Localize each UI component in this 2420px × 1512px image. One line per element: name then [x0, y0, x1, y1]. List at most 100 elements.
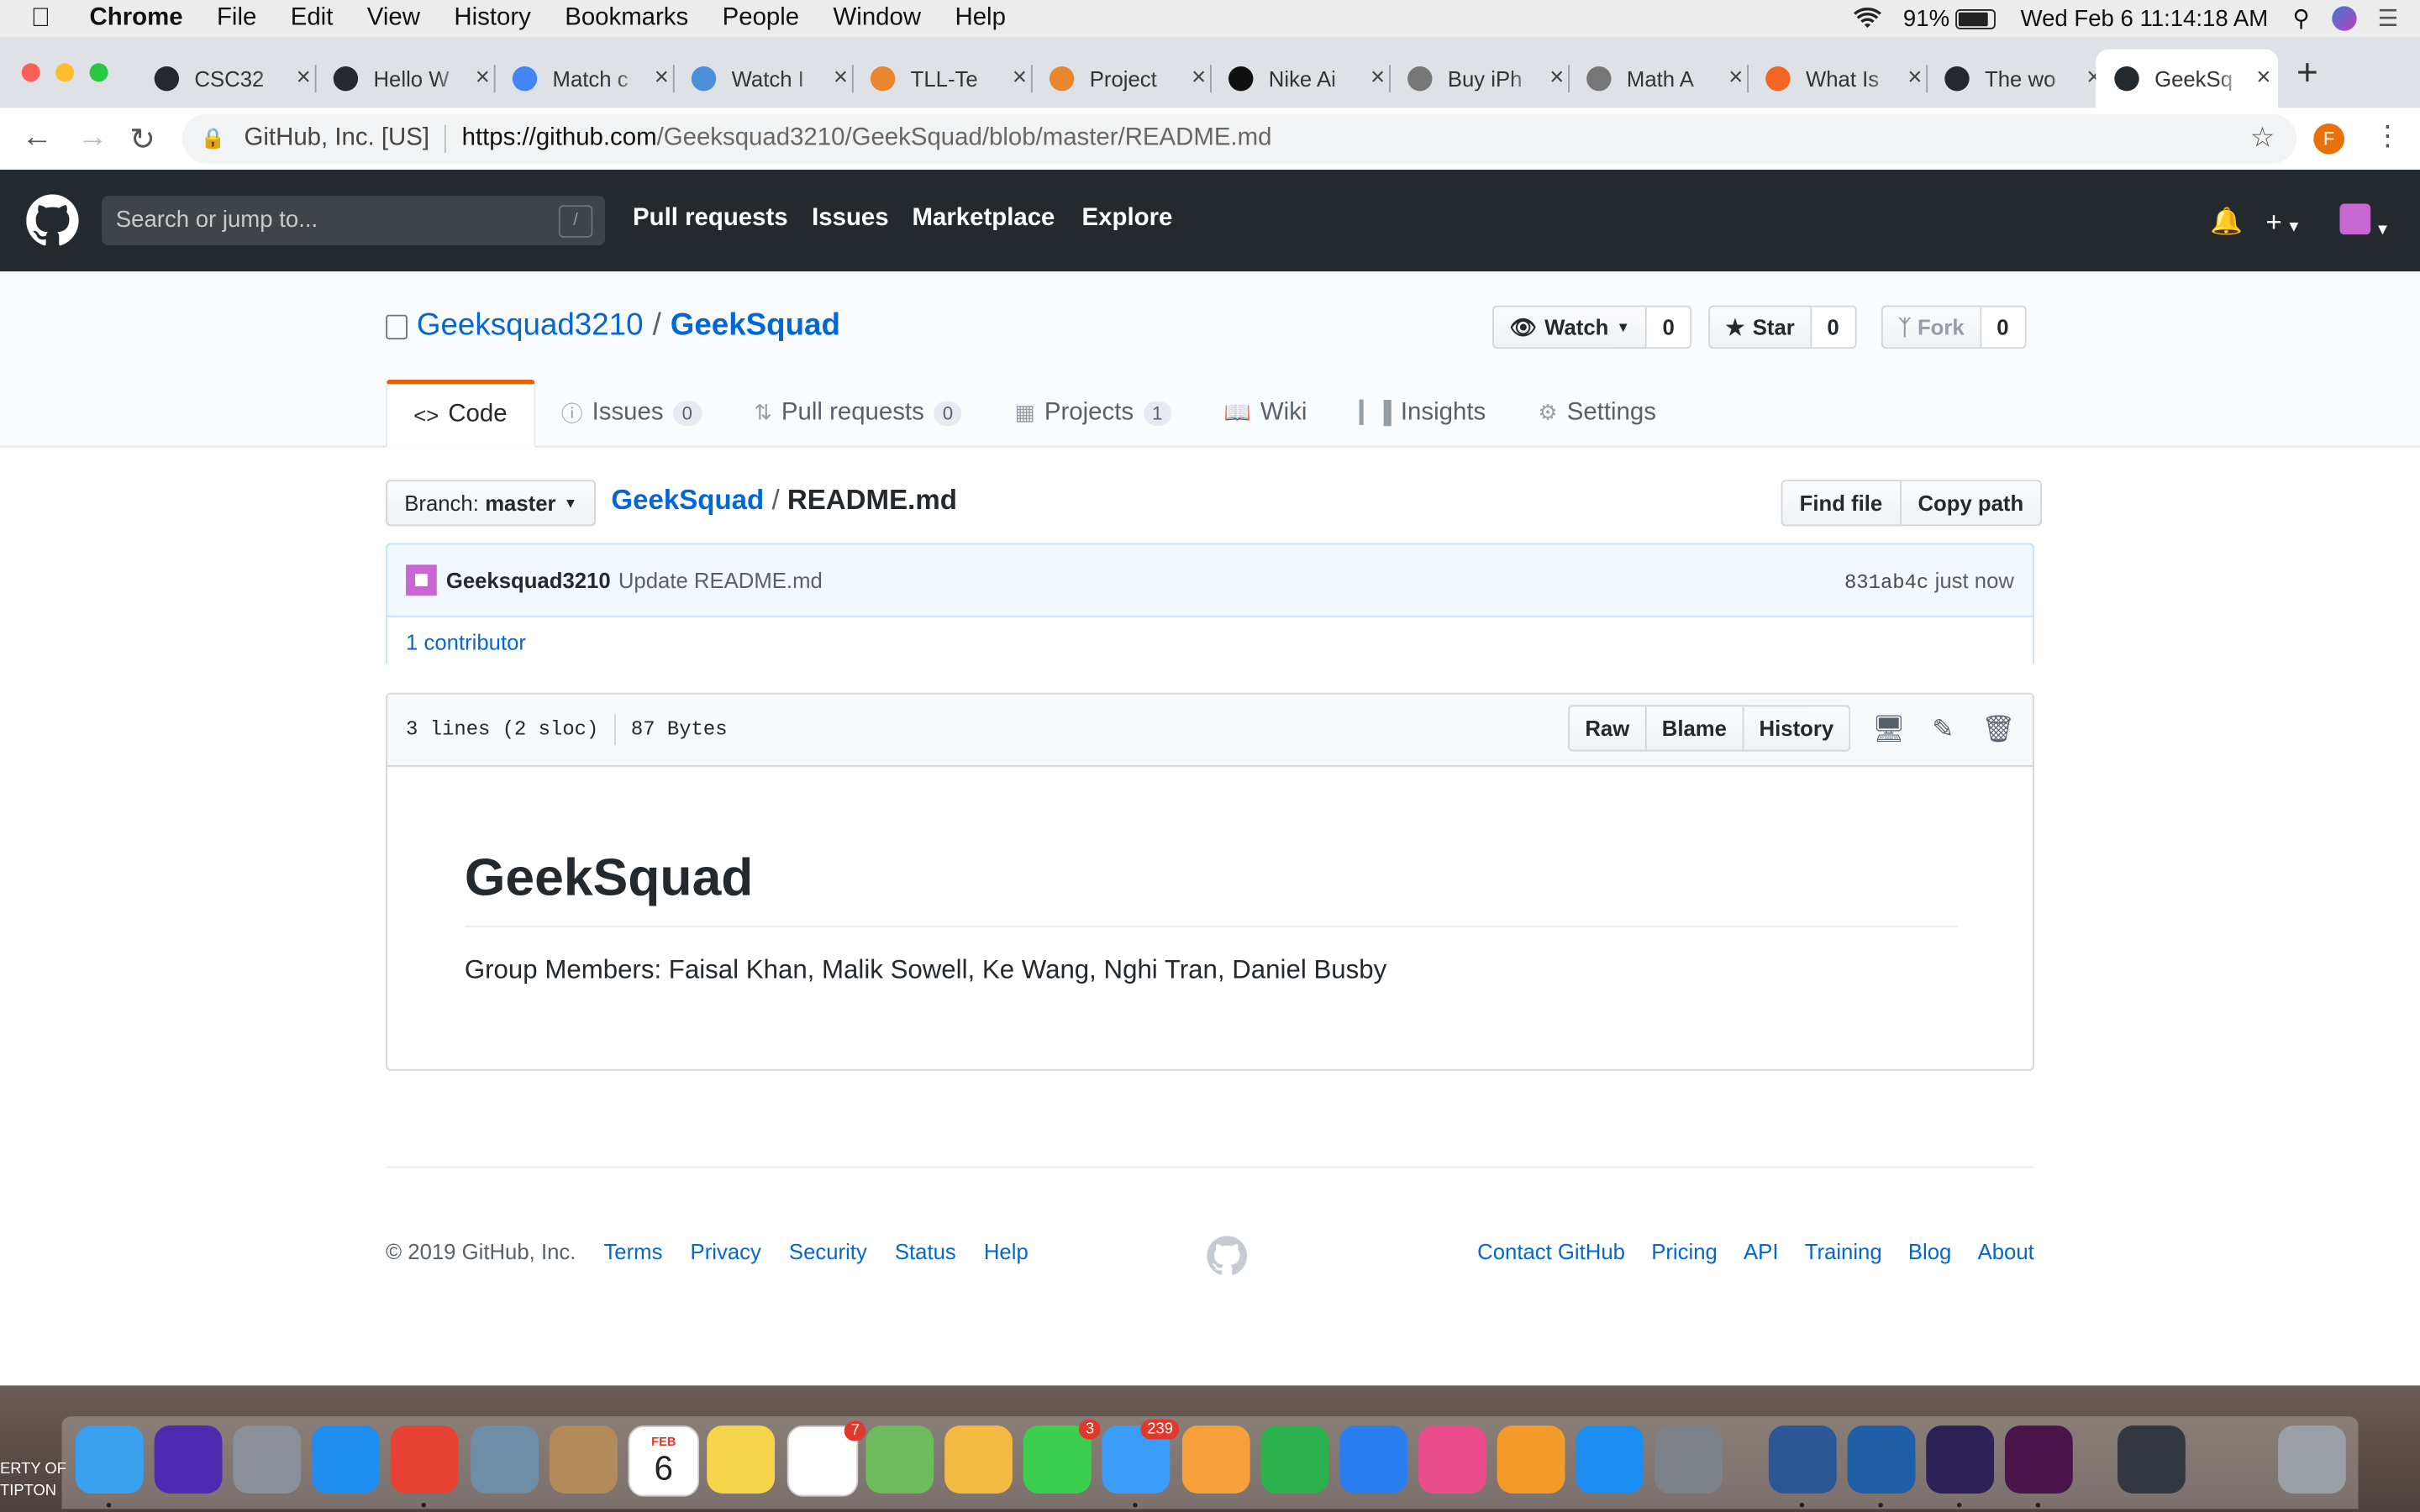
footer-link-pricing[interactable]: Pricing [1651, 1239, 1718, 1263]
calendar-icon[interactable]: FEB 6 [628, 1425, 700, 1497]
browser-tab[interactable]: Watch I × [672, 50, 852, 108]
star-button[interactable]: ★ Star [1708, 305, 1812, 349]
chrome-menu-icon[interactable]: ⋮ [2374, 120, 2402, 153]
nav-pull-requests[interactable]: Pull requests [633, 205, 788, 233]
footer-link-help[interactable]: Help [984, 1239, 1028, 1263]
footer-link-security[interactable]: Security [789, 1239, 867, 1263]
menu-edit[interactable]: Edit [291, 5, 334, 33]
nav-explore[interactable]: Explore [1082, 205, 1173, 233]
branch-select-button[interactable]: Branch: master ▼ [386, 480, 597, 527]
browser-tab[interactable]: Math A × [1568, 50, 1747, 108]
fork-count[interactable]: 0 [1981, 305, 2026, 349]
app-store-icon[interactable] [1576, 1425, 1644, 1494]
browser-tab[interactable]: The wo × [1926, 50, 2105, 108]
breadcrumb-repo-link[interactable]: GeekSquad [611, 485, 764, 516]
close-tab-icon[interactable]: × [297, 65, 311, 92]
copy-path-button[interactable]: Copy path [1901, 480, 2043, 527]
battery-icon[interactable] [1955, 8, 1996, 29]
trash-dock-icon[interactable] [2278, 1425, 2346, 1494]
menubar-clock[interactable]: Wed Feb 6 11:14:18 AM [2021, 5, 2269, 31]
close-tab-icon[interactable]: × [1192, 65, 1206, 92]
nav-issues[interactable]: Issues [812, 205, 888, 233]
pencil-icon[interactable]: ✎ [1928, 714, 1959, 745]
siri-icon[interactable] [2331, 6, 2356, 31]
new-tab-button[interactable]: + [2296, 52, 2318, 95]
footer-link-privacy[interactable]: Privacy [691, 1239, 761, 1263]
back-arrow-icon[interactable]: ← [22, 120, 53, 155]
repo-owner-link[interactable]: Geeksquad3210 [417, 308, 644, 344]
desktop-icon[interactable]: 🖥 [1872, 714, 1906, 745]
github-mark-icon[interactable] [1207, 1236, 1248, 1276]
itunes-icon[interactable] [1418, 1425, 1486, 1494]
numbers-icon[interactable] [1260, 1425, 1329, 1494]
footer-link-blog[interactable]: Blog [1908, 1239, 1951, 1263]
close-tab-icon[interactable]: × [1907, 65, 1922, 92]
footer-link-contact[interactable]: Contact GitHub [1477, 1239, 1625, 1263]
word-icon[interactable] [1768, 1425, 1837, 1508]
find-file-button[interactable]: Find file [1781, 480, 1902, 527]
blame-button[interactable]: Blame [1646, 705, 1744, 752]
address-bar[interactable]: 🔒 GitHub, Inc. [US] https://github.com /… [182, 113, 2297, 164]
close-tab-icon[interactable]: × [1013, 65, 1027, 92]
footer-link-status[interactable]: Status [895, 1239, 956, 1263]
github-search-input[interactable]: Search or jump to... / [102, 196, 606, 246]
facetime-icon[interactable]: 3 [1023, 1419, 1101, 1494]
notification-center-icon[interactable]: ☰ [2378, 5, 2399, 32]
tab-settings[interactable]: ⚙ Settings [1512, 380, 1682, 446]
github-logo-icon[interactable] [26, 194, 79, 246]
menu-view[interactable]: View [367, 5, 420, 33]
profile-avatar[interactable]: F [2313, 123, 2345, 155]
launchpad-icon[interactable] [233, 1425, 302, 1494]
eclipse-bird-icon[interactable] [471, 1425, 539, 1494]
spotlight-search-icon[interactable]: ⚲ [2293, 5, 2310, 32]
lock-icon[interactable]: 🔒 [201, 127, 226, 151]
repo-name-link[interactable]: GeekSquad [671, 308, 840, 344]
tab-issues[interactable]: ⓘ Issues 0 [535, 380, 728, 446]
close-tab-icon[interactable]: × [2256, 65, 2270, 92]
tab-code[interactable]: <> Code [386, 379, 535, 448]
notifications-bell-icon[interactable]: 🔔 [2210, 207, 2243, 238]
wifi-icon[interactable] [1854, 8, 1882, 29]
tab-insights[interactable]: ▎▐ Insights [1334, 380, 1512, 446]
close-tab-icon[interactable]: × [834, 65, 848, 92]
tab-pull-requests[interactable]: ⇅ Pull requests 0 [728, 380, 988, 446]
window-zoom-button[interactable] [89, 63, 108, 82]
menu-bookmarks[interactable]: Bookmarks [565, 5, 688, 33]
menu-history[interactable]: History [454, 5, 530, 33]
tab-projects[interactable]: ▦ Projects 1 [988, 380, 1197, 446]
keynote-icon[interactable] [1339, 1425, 1408, 1494]
commit-message[interactable]: Update README.md [618, 568, 823, 592]
trash-icon[interactable]: 🗑 [1981, 714, 2015, 745]
browser-tab[interactable]: What Is × [1747, 50, 1926, 108]
browser-tab[interactable]: GeekSq × [2096, 49, 2279, 108]
window-minimize-button[interactable] [55, 63, 75, 82]
watch-count[interactable]: 0 [1647, 305, 1692, 349]
bookmark-star-icon[interactable]: ☆ [2250, 122, 2275, 155]
commit-author[interactable]: Geeksquad3210 [446, 568, 611, 592]
browser-tab[interactable]: Nike Ai × [1210, 50, 1389, 108]
contributors-link[interactable]: 1 contributor [406, 629, 527, 654]
star-count[interactable]: 0 [1811, 305, 1856, 349]
footer-link-api[interactable]: API [1744, 1239, 1778, 1263]
messages-icon[interactable]: 239 [1102, 1419, 1180, 1508]
menu-window[interactable]: Window [834, 5, 922, 33]
books-icon[interactable] [1497, 1425, 1565, 1494]
siri-app-icon[interactable] [154, 1425, 223, 1494]
safari-icon[interactable] [312, 1425, 380, 1494]
cert-org[interactable]: GitHub, Inc. [US] [245, 125, 429, 153]
contacts-icon[interactable] [549, 1425, 618, 1494]
fork-button[interactable]: ᛉ Fork [1881, 305, 1981, 349]
footer-link-training[interactable]: Training [1805, 1239, 1882, 1263]
reminders-icon[interactable]: 7 [786, 1420, 866, 1497]
browser-tab[interactable]: Buy iPh × [1389, 50, 1568, 108]
nav-marketplace[interactable]: Marketplace [913, 205, 1055, 233]
close-tab-icon[interactable]: × [1370, 65, 1385, 92]
browser-tab[interactable]: Match c × [493, 50, 673, 108]
create-new-plus-icon[interactable]: + ▼ [2265, 207, 2302, 239]
footer-link-terms[interactable]: Terms [603, 1239, 662, 1263]
menu-help[interactable]: Help [955, 5, 1005, 33]
reload-icon[interactable]: ↻ [129, 120, 155, 159]
eclipse-icon[interactable] [1926, 1425, 1995, 1508]
footer-link-about[interactable]: About [1978, 1239, 2034, 1263]
forward-arrow-icon[interactable]: → [77, 120, 108, 155]
